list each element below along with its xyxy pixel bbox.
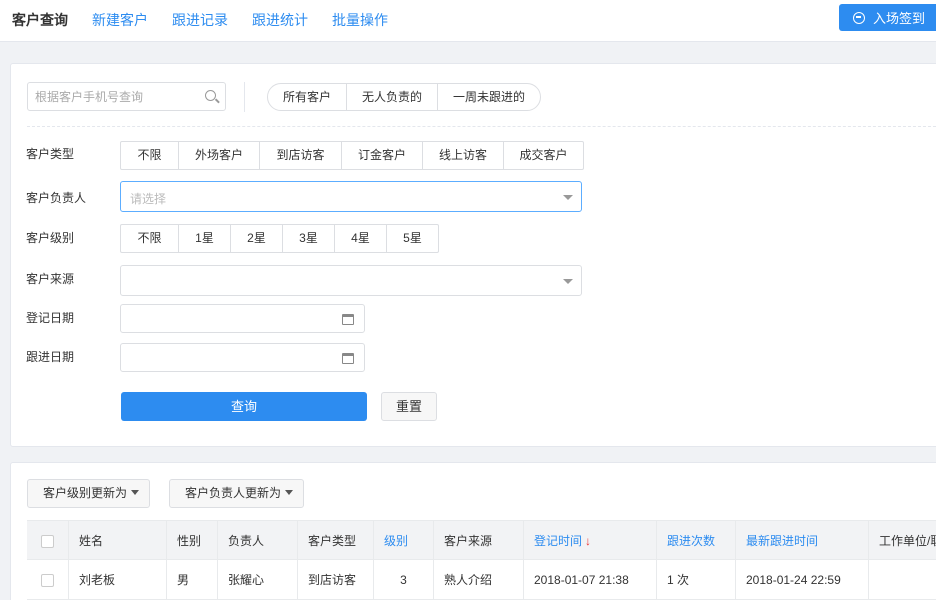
phone-search <box>27 82 226 111</box>
customer-type-option[interactable]: 外场客户 <box>178 142 259 169</box>
customer-type-option[interactable]: 到店访客 <box>259 142 341 169</box>
tab-followup-records[interactable]: 跟进记录 <box>172 10 228 30</box>
customer-registered-time: 2018-01-07 21:38 <box>523 560 656 600</box>
column-header-last-followup[interactable]: 最新跟进时间 <box>735 521 868 561</box>
calendar-icon <box>342 353 354 364</box>
quick-filter-all[interactable]: 所有客户 <box>268 84 346 110</box>
column-header-gender: 性别 <box>166 521 217 561</box>
source-label: 客户来源 <box>26 272 75 286</box>
select-all-checkbox[interactable] <box>41 535 54 549</box>
chevron-down-icon <box>563 279 573 284</box>
customer-type-label: 客户类型 <box>26 147 75 161</box>
level-label: 客户级别 <box>26 231 75 245</box>
row-checkbox[interactable] <box>41 574 54 588</box>
row-select-cell <box>27 560 68 600</box>
enter-icon <box>853 11 865 24</box>
level-option[interactable]: 5星 <box>386 225 438 252</box>
select-all-cell <box>27 521 68 561</box>
search-icon[interactable] <box>205 90 216 101</box>
tab-batch-operations[interactable]: 批量操作 <box>332 10 388 30</box>
top-nav: 客户查询 新建客户 跟进记录 跟进统计 批量操作 入场签到 <box>0 0 936 42</box>
quick-filter-unassigned[interactable]: 无人负责的 <box>346 84 437 110</box>
level-option[interactable]: 2星 <box>230 225 282 252</box>
calendar-icon <box>342 314 354 325</box>
owner-label: 客户负责人 <box>26 191 87 205</box>
bulk-update-owner-button[interactable]: 客户负责人更新为 <box>169 479 305 508</box>
caret-down-icon <box>131 490 140 495</box>
customer-followup-count: 1 次 <box>656 560 735 600</box>
phone-search-input[interactable] <box>28 83 198 110</box>
divider <box>27 126 936 127</box>
source-select[interactable] <box>120 265 582 296</box>
customer-company <box>868 560 936 600</box>
chevron-down-icon <box>563 195 573 200</box>
register-date-picker[interactable] <box>120 304 365 333</box>
divider <box>244 82 245 112</box>
customer-last-followup: 2018-01-24 22:59 <box>735 560 868 600</box>
bulk-update-owner-label: 客户负责人更新为 <box>185 486 282 500</box>
sort-desc-icon: ↓ <box>585 534 592 548</box>
table-header-row: 姓名 性别 负责人 客户类型 级别 客户来源 登记时间 ↓ 跟进次数 最新跟进时间… <box>27 520 936 561</box>
level-option[interactable]: 4星 <box>334 225 386 252</box>
level-option[interactable]: 1星 <box>178 225 230 252</box>
checkin-label: 入场签到 <box>873 11 926 26</box>
customer-level: 3 <box>373 560 433 600</box>
customer-owner: 张耀心 <box>217 560 297 600</box>
column-header-owner: 负责人 <box>217 521 297 561</box>
quick-filter-group: 所有客户 无人负责的 一周未跟进的 <box>267 83 542 111</box>
customer-type-option[interactable]: 不限 <box>121 142 178 169</box>
owner-select[interactable]: 请选择 <box>120 181 582 212</box>
column-header-registered[interactable]: 登记时间 ↓ <box>523 521 656 561</box>
owner-placeholder: 请选择 <box>130 192 167 206</box>
customer-type: 到店访客 <box>297 560 373 600</box>
customer-type-option[interactable]: 成交客户 <box>503 142 583 169</box>
level-option[interactable]: 3星 <box>282 225 334 252</box>
caret-down-icon <box>285 490 294 495</box>
tab-followup-stats[interactable]: 跟进统计 <box>252 10 308 30</box>
customer-type-option[interactable]: 线上访客 <box>422 142 503 169</box>
bulk-update-level-label: 客户级别更新为 <box>43 486 128 500</box>
level-option[interactable]: 不限 <box>121 225 178 252</box>
column-header-followups[interactable]: 跟进次数 <box>656 521 735 561</box>
customer-type-options: 不限 外场客户 到店访客 订金客户 线上访客 成交客户 <box>120 141 584 170</box>
followup-date-label: 跟进日期 <box>26 350 75 364</box>
level-options: 不限 1星 2星 3星 4星 5星 <box>120 224 439 253</box>
column-header-level[interactable]: 级别 <box>373 521 433 561</box>
tab-new-customer[interactable]: 新建客户 <box>92 10 148 30</box>
checkin-button[interactable]: 入场签到 <box>839 4 936 31</box>
customer-table: 姓名 性别 负责人 客户类型 级别 客户来源 登记时间 ↓ 跟进次数 最新跟进时间… <box>27 520 936 600</box>
customer-source: 熟人介绍 <box>433 560 523 600</box>
results-panel: 客户级别更新为 客户负责人更新为 姓名 性别 负责人 客户类型 级别 客户来源 … <box>10 462 936 600</box>
column-header-registered-label: 登记时间 <box>534 534 583 548</box>
column-header-type: 客户类型 <box>297 521 373 561</box>
filter-panel: 所有客户 无人负责的 一周未跟进的 客户类型 不限 外场客户 到店访客 订金客户… <box>10 63 936 447</box>
customer-gender: 男 <box>166 560 217 600</box>
quick-filter-stale-week[interactable]: 一周未跟进的 <box>437 84 540 110</box>
tab-customer-query[interactable]: 客户查询 <box>12 10 68 30</box>
reset-button[interactable]: 重置 <box>381 392 437 421</box>
column-header-company: 工作单位/职 <box>868 521 936 561</box>
bulk-update-level-button[interactable]: 客户级别更新为 <box>27 479 151 508</box>
customer-name-link[interactable]: 刘老板 <box>68 560 166 600</box>
table-row: 刘老板 男 张耀心 到店访客 3 熟人介绍 2018-01-07 21:38 1… <box>27 560 936 600</box>
query-button[interactable]: 查询 <box>121 392 367 421</box>
column-header-source: 客户来源 <box>433 521 523 561</box>
register-date-label: 登记日期 <box>26 311 75 325</box>
followup-date-picker[interactable] <box>120 343 365 372</box>
customer-type-option[interactable]: 订金客户 <box>341 142 422 169</box>
column-header-name: 姓名 <box>68 521 166 561</box>
